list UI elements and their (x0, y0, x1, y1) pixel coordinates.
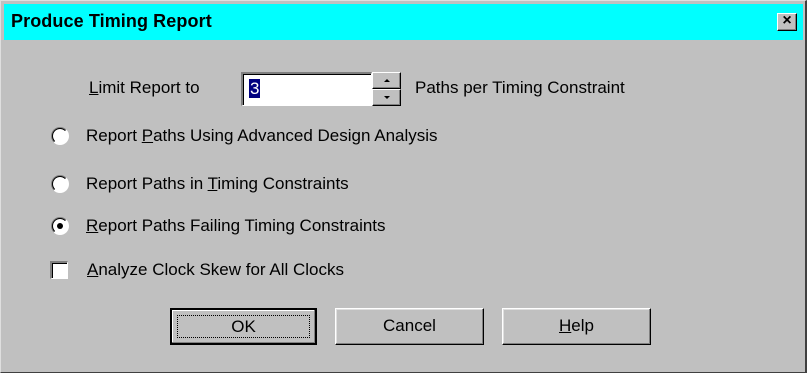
radio-paths-failing-timing-constraints-label[interactable]: Report Paths Failing Timing Constraints (86, 216, 386, 236)
radio-paths-in-timing-constraints[interactable] (51, 175, 69, 193)
radio-advanced-design-analysis-label[interactable]: Report Paths Using Advanced Design Analy… (86, 126, 438, 146)
arrow-up-icon (384, 79, 390, 82)
close-button[interactable]: × (777, 12, 797, 31)
radio-advanced-design-analysis[interactable] (51, 127, 69, 145)
window-title: Produce Timing Report (11, 11, 212, 31)
produce-timing-report-dialog: Produce Timing Report × Limit Report to … (0, 0, 807, 373)
radio-paths-failing-timing-constraints[interactable] (51, 217, 69, 235)
help-button[interactable]: Help (502, 308, 651, 345)
path-limit-value: 3 (249, 79, 261, 98)
spin-up-button[interactable] (372, 72, 401, 89)
cancel-button[interactable]: Cancel (335, 308, 484, 345)
title-bar[interactable]: Produce Timing Report × (4, 4, 803, 40)
limit-report-label: Limit Report to (89, 78, 200, 97)
paths-per-constraint-label: Paths per Timing Constraint (415, 78, 625, 97)
radio-selected-dot (57, 223, 63, 229)
path-limit-input[interactable]: 3 (241, 72, 372, 106)
analyze-clock-skew-checkbox[interactable] (50, 261, 68, 279)
arrow-down-icon (384, 96, 390, 99)
close-icon: × (782, 12, 792, 29)
radio-paths-in-timing-constraints-label[interactable]: Report Paths in Timing Constraints (86, 174, 349, 194)
analyze-clock-skew-label[interactable]: Analyze Clock Skew for All Clocks (87, 260, 344, 280)
ok-button[interactable]: OK (170, 308, 317, 345)
spin-down-button[interactable] (372, 89, 401, 106)
